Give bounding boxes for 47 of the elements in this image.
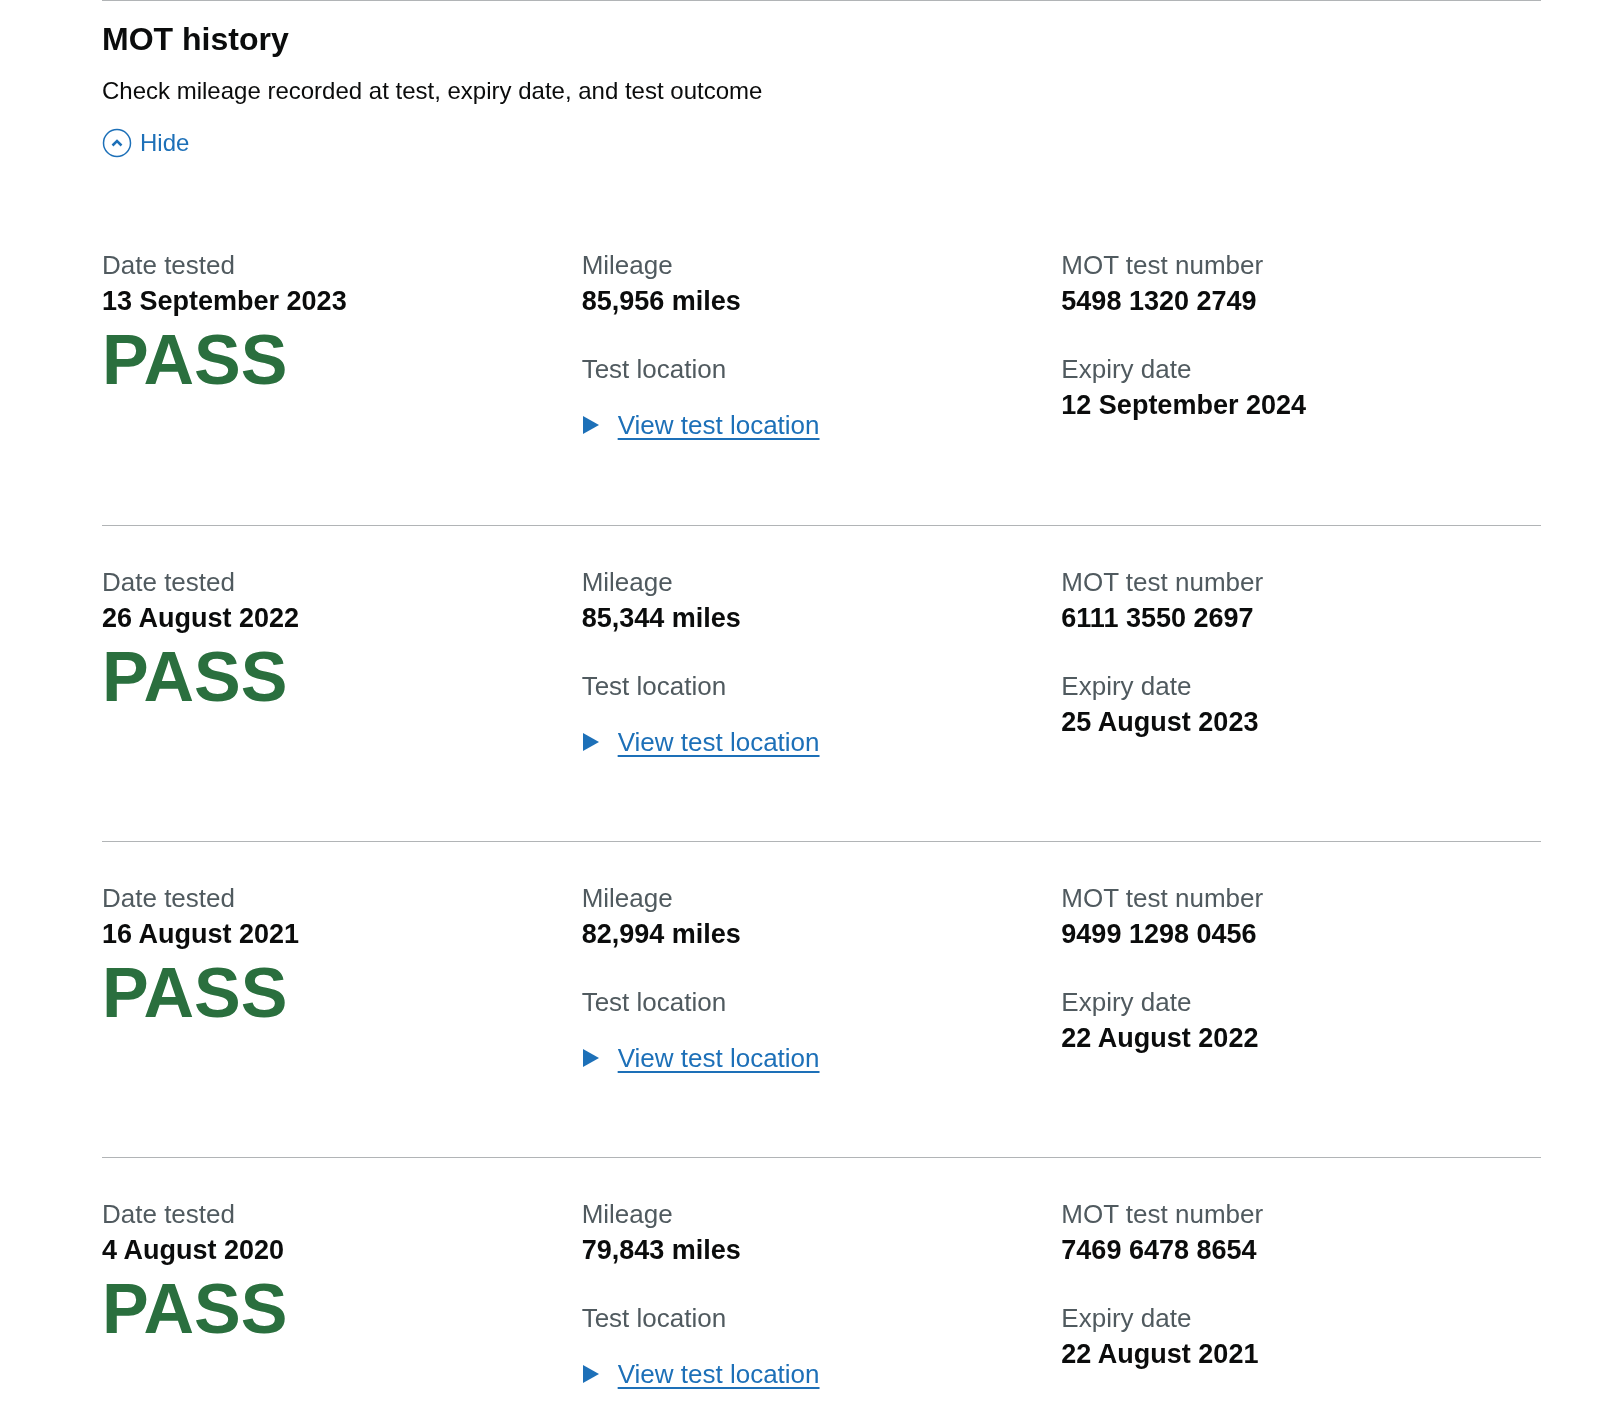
result-status: PASS [102,640,289,714]
field-label: Mileage [581,566,674,599]
field-value: 85,344 miles [581,602,742,635]
field-value: 6111 3550 2697 [1061,602,1255,635]
field-label: Date tested [102,249,236,282]
section-description: Check mileage recorded at test, expiry date, and test outcome [102,76,764,106]
view-location-link[interactable]: View test location [581,724,820,760]
field-value: 13 September 2023 [102,285,348,318]
field-label: Test location [581,670,728,703]
result-status: PASS [102,956,289,1030]
field-label: MOT test number [1061,882,1265,915]
field-value: 4 August 2020 [102,1234,286,1267]
field-label: MOT test number [1061,566,1265,599]
field-label: MOT test number [1061,1198,1265,1231]
field-label: Date tested [102,882,236,915]
field-value: 12 September 2024 [1061,389,1307,422]
field-label: Test location [581,986,728,1019]
field-label: Mileage [581,882,674,915]
field-label: Mileage [581,249,674,282]
field-value: 22 August 2022 [1061,1022,1260,1055]
field-value: 25 August 2023 [1061,706,1260,739]
field-value: 22 August 2021 [1061,1338,1260,1371]
field-value: 79,843 miles [581,1234,742,1267]
field-value: 7469 6478 8654 [1061,1234,1258,1267]
field-label: Expiry date [1061,986,1193,1019]
result-status: PASS [102,1272,289,1346]
view-location-link[interactable]: View test location [581,1356,820,1392]
field-label: Test location [581,353,728,386]
field-value: 5498 1320 2749 [1061,285,1258,318]
result-status: PASS [102,323,289,397]
section-title: MOT history [102,20,290,59]
field-label: Expiry date [1061,353,1193,386]
field-value: 16 August 2021 [102,918,301,951]
field-label: MOT test number [1061,249,1265,282]
field-label: Test location [581,1302,728,1335]
field-value: 26 August 2022 [102,602,301,635]
field-value: 9499 1298 0456 [1061,918,1258,951]
field-label: Date tested [102,566,236,599]
view-location-link[interactable]: View test location [581,407,820,443]
field-label: Date tested [102,1198,236,1231]
field-value: 82,994 miles [581,918,742,951]
view-location-link[interactable]: View test location [581,1040,820,1076]
field-label: Expiry date [1061,670,1193,703]
field-label: Mileage [581,1198,674,1231]
field-value: 85,956 miles [581,285,742,318]
field-label: Expiry date [1061,1302,1193,1335]
hide-toggle[interactable]: Hide [102,127,190,159]
